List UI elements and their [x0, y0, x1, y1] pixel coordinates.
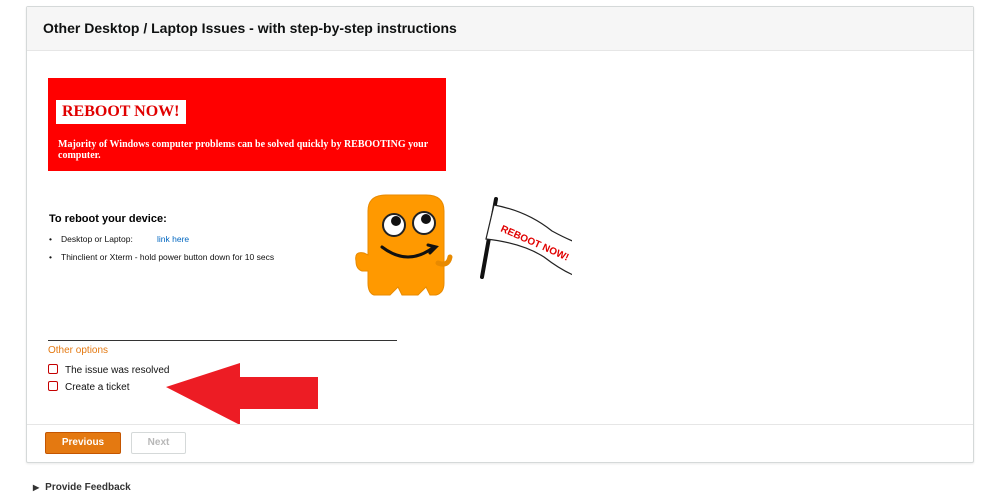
other-options-label: Other options	[48, 345, 109, 356]
reboot-banner: REBOOT NOW! Majority of Windows computer…	[48, 78, 446, 171]
bullet-icon: •	[49, 252, 52, 262]
option-label: Create a ticket	[65, 382, 130, 393]
mascot-with-flag-image: REBOOT NOW!	[355, 194, 572, 296]
list-item: • Desktop or Laptop: link here	[49, 234, 189, 244]
step-text: Desktop or Laptop:	[61, 234, 133, 244]
next-button[interactable]: Next	[131, 432, 186, 454]
step-text: Thinclient or Xterm - hold power button …	[61, 252, 275, 262]
option-label: The issue was resolved	[65, 365, 170, 376]
feedback-label: Provide Feedback	[45, 482, 131, 493]
banner-text: Majority of Windows computer problems ca…	[58, 139, 428, 161]
panel-title: Other Desktop / Laptop Issues - with ste…	[43, 20, 457, 36]
mascot-icon	[355, 194, 453, 296]
section-divider	[48, 340, 397, 341]
instructions-panel: Other Desktop / Laptop Issues - with ste…	[26, 6, 974, 463]
list-item: • Thinclient or Xterm - hold power button…	[49, 252, 274, 262]
provide-feedback-toggle[interactable]: ▶ Provide Feedback	[33, 482, 131, 493]
bullet-icon: •	[49, 234, 52, 244]
flag-icon: REBOOT NOW!	[480, 197, 572, 279]
option-issue-resolved[interactable]: The issue was resolved	[48, 364, 170, 376]
footer-divider	[27, 424, 973, 425]
checkbox[interactable]	[48, 381, 58, 391]
checkbox[interactable]	[48, 364, 58, 374]
triangle-right-icon: ▶	[33, 483, 40, 492]
left-arrow-icon	[166, 363, 318, 425]
reboot-instructions-link[interactable]: link here	[157, 234, 189, 244]
banner-badge: REBOOT NOW!	[56, 100, 186, 124]
option-create-ticket[interactable]: Create a ticket	[48, 381, 129, 393]
panel-header: Other Desktop / Laptop Issues - with ste…	[27, 7, 973, 51]
reboot-heading: To reboot your device:	[49, 213, 167, 225]
previous-button[interactable]: Previous	[45, 432, 121, 454]
